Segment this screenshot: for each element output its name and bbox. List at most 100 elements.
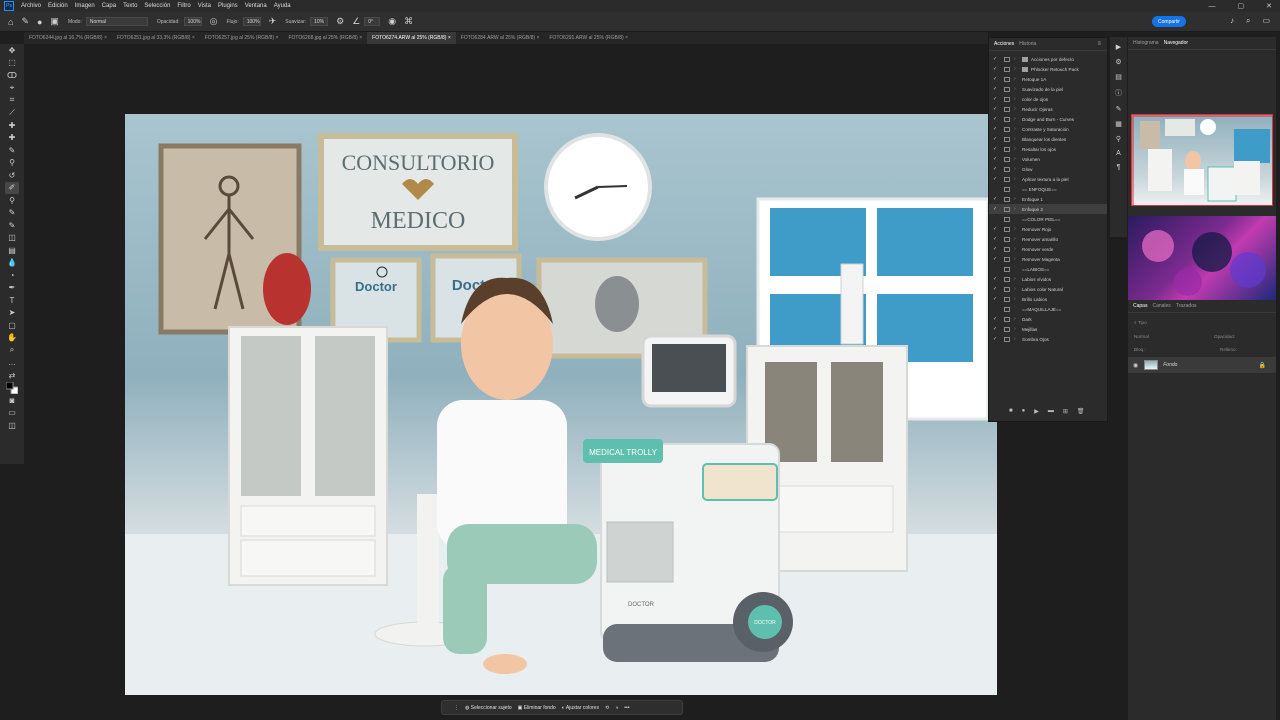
menu-archivo[interactable]: Archivo [21,3,41,9]
tab-close-icon[interactable]: × [104,35,107,41]
checkmark-icon[interactable]: ✓ [993,96,1003,102]
checkmark-icon[interactable]: ✓ [993,56,1003,62]
play-action-icon[interactable]: ▶ [1116,43,1121,51]
tab-foto6268[interactable]: FOTO6268.jpg al 25% (RGB/8) × [283,32,367,44]
checkmark-icon[interactable]: ✓ [993,76,1003,82]
mixer-brush-tool-icon[interactable]: ✐ [5,181,19,194]
flow-input[interactable]: 100% [242,17,261,26]
mode-select[interactable]: Normal [85,17,148,26]
menu-imagen[interactable]: Imagen [75,3,95,9]
opacity-input[interactable]: 100% [183,17,202,26]
stop-icon[interactable]: ■ [1009,408,1013,415]
clone-source-icon[interactable]: ⚲ [1116,135,1121,143]
menu-plugins[interactable]: Plugins [218,3,238,9]
tab-histogram[interactable]: Histograma [1133,40,1159,46]
checkmark-icon[interactable]: ✓ [993,196,1003,202]
dialog-toggle-icon[interactable] [1004,106,1010,112]
dialog-toggle-icon[interactable] [1004,76,1010,82]
action-item[interactable]: ==MAQUILLAJE== [989,304,1107,314]
dialog-toggle-icon[interactable] [1004,306,1010,312]
dialog-toggle-icon[interactable] [1004,136,1010,142]
action-item[interactable]: ✓ › Glow [989,164,1107,174]
checkmark-icon[interactable]: ✓ [993,246,1003,252]
menu-filtro[interactable]: Filtro [177,3,190,9]
action-item[interactable]: ✓ › Enfoque 2 [989,204,1107,214]
blur-tool-icon[interactable]: 💧 [5,257,19,270]
checkmark-icon[interactable]: ✓ [993,326,1003,332]
chevron-right-icon[interactable]: › [1014,326,1022,332]
action-item[interactable]: ✓ › Contraste y Saturación [989,124,1107,134]
panel-menu-icon[interactable]: ≡ [1097,41,1101,47]
dialog-toggle-icon[interactable] [1004,56,1010,62]
object-select-tool-icon[interactable]: ⌖ [5,82,19,95]
layer-filter[interactable]: ⌕ Tipo [1134,318,1147,326]
select-subject-button[interactable]: ◍ Seleccionar sujeto [465,705,512,711]
eye-icon[interactable]: ◉ [1133,362,1138,369]
tab-navigator[interactable]: Navegador [1164,40,1188,46]
adjust-colors-button[interactable]: ◐ Ajustar colores [562,705,599,711]
dialog-toggle-icon[interactable] [1004,276,1010,282]
swap-colors-icon[interactable]: ⇄ [5,369,19,382]
healing-tool-icon[interactable]: ✚ [5,132,19,145]
dialog-toggle-icon[interactable] [1004,156,1010,162]
action-item[interactable]: ✓ › Retoque 1A [989,74,1107,84]
dialog-toggle-icon[interactable] [1004,316,1010,322]
action-item[interactable]: == ENFOQUE== [989,184,1107,194]
action-item[interactable]: ✓ › Blanquear los dientes [989,134,1107,144]
hand-tool-icon[interactable]: ✋ [5,332,19,345]
pattern-brush-tool-icon[interactable]: ✎ [5,207,19,220]
dialog-toggle-icon[interactable] [1004,66,1010,72]
tab-channels[interactable]: Canales [1152,303,1170,309]
action-item[interactable]: ✓ › Dodge and Burn - Curves [989,114,1107,124]
dialog-toggle-icon[interactable] [1004,326,1010,332]
minimize-button[interactable]: — [1209,3,1216,10]
dialog-toggle-icon[interactable] [1004,116,1010,122]
more-options-icon[interactable]: ••• [624,705,629,711]
tab-foto6284[interactable]: FOTO6284.ARW al 25% (RGB/8) × [456,32,545,44]
paragraph-icon[interactable]: A [1116,150,1121,157]
dodge-tool-icon[interactable]: ◔ [5,269,19,282]
checkmark-icon[interactable]: ✓ [993,146,1003,152]
chevron-right-icon[interactable]: › [1014,286,1022,292]
checkmark-icon[interactable]: ✓ [993,166,1003,172]
new-set-icon[interactable]: ▬ [1048,408,1054,415]
tab-paths[interactable]: Trazados [1176,303,1197,309]
chevron-right-icon[interactable]: › [1014,66,1022,72]
chevron-right-icon[interactable]: › [1014,126,1022,132]
tab-foto6291[interactable]: FOTO6291.ARW al 25% (RGB/8) × [544,32,633,44]
dialog-toggle-icon[interactable] [1004,96,1010,102]
tab-close-icon[interactable]: × [625,35,628,41]
chevron-right-icon[interactable]: › [1014,136,1022,142]
type-tool-icon[interactable]: T [5,294,19,307]
quick-mask-icon[interactable]: ◙ [5,394,19,407]
history-brush-tool-icon[interactable]: ↺ [5,169,19,182]
move-tool-icon[interactable]: ✥ [5,44,19,57]
lasso-tool-icon[interactable]: ↀ [5,69,19,82]
home-icon[interactable]: ⌂ [8,17,13,27]
share-button[interactable]: Compartir [1152,16,1186,27]
action-item[interactable]: ✓ › Phlocker Retouch Pack [989,64,1107,74]
action-item[interactable]: ✓ › Resaltar los ojos [989,144,1107,154]
tab-close-icon[interactable]: × [536,35,539,41]
checkmark-icon[interactable]: ✓ [993,136,1003,142]
checkmark-icon[interactable]: ✓ [993,316,1003,322]
brush-tool-icon[interactable]: ✎ [21,16,29,27]
dialog-toggle-icon[interactable] [1004,206,1010,212]
action-item[interactable]: ✓ › Suavizado de la piel [989,84,1107,94]
checkmark-icon[interactable]: ✓ [993,86,1003,92]
brush-preset-icon[interactable]: ● [37,17,42,27]
brush-settings-icon[interactable]: ▣ [50,16,59,27]
chevron-right-icon[interactable]: › [1014,276,1022,282]
marquee-tool-icon[interactable]: ⬚ [5,57,19,70]
menu-seleccion[interactable]: Selección [144,3,170,9]
checkmark-icon[interactable]: ✓ [993,256,1003,262]
action-item[interactable]: ✓ › Remover Magenta [989,254,1107,264]
gear-icon[interactable]: ⚙ [336,16,344,27]
spot-healing-tool-icon[interactable]: ✚ [5,119,19,132]
eraser-tool-icon[interactable]: ◫ [5,232,19,245]
chevron-right-icon[interactable]: › [1014,296,1022,302]
pressure-size-icon[interactable]: ◉ [388,16,396,27]
tab-close-icon[interactable]: × [192,35,195,41]
dialog-toggle-icon[interactable] [1004,246,1010,252]
chevron-right-icon[interactable]: › [1014,166,1022,172]
